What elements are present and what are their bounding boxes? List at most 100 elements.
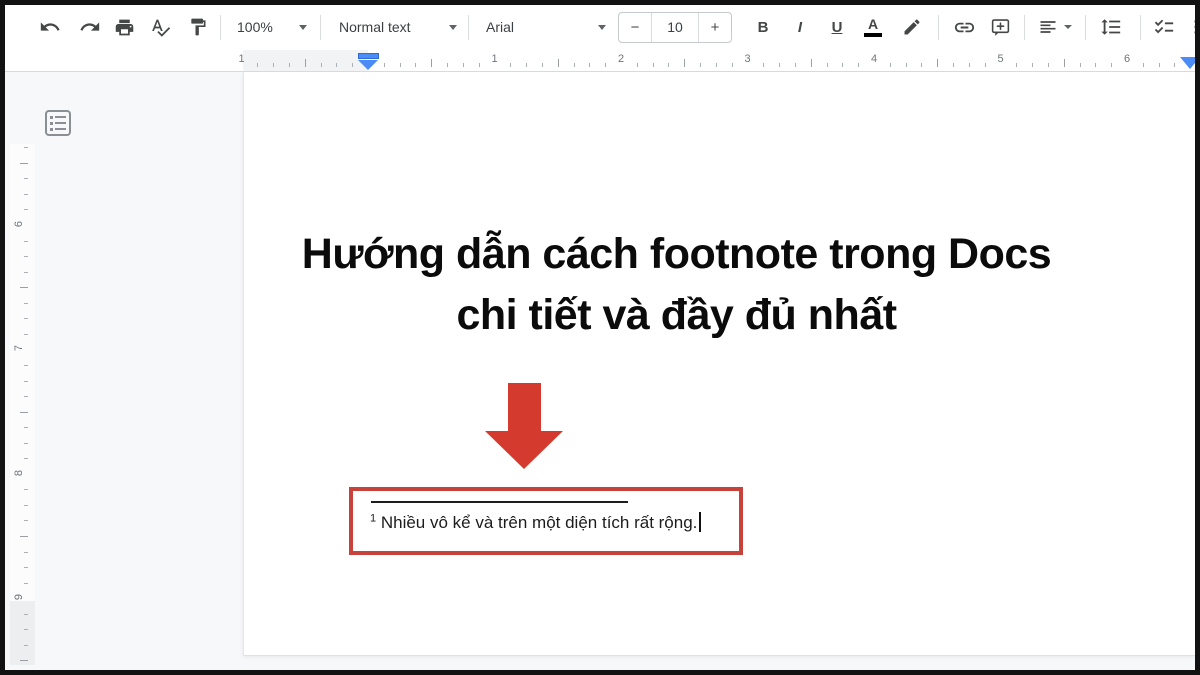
text-color-icon: A (864, 17, 882, 37)
print-button[interactable] (112, 15, 136, 39)
zoom-value: 100% (237, 19, 273, 35)
left-indent-marker[interactable] (358, 60, 378, 70)
ruler-margin-shade (10, 601, 35, 665)
ruler-tick (20, 412, 28, 413)
italic-button[interactable]: I (788, 15, 812, 39)
ruler-number: 5 (997, 53, 1003, 65)
chevron-down-icon (598, 25, 606, 30)
highlight-color-button[interactable] (900, 15, 924, 39)
ruler-number: 6 (13, 217, 25, 231)
ruler-tick (1048, 63, 1049, 67)
ruler-tick (24, 365, 28, 366)
ruler-tick (827, 63, 828, 67)
ruler-tick (732, 63, 733, 67)
chevron-down-icon (449, 25, 457, 30)
bold-button[interactable]: B (751, 15, 775, 39)
line-spacing-button[interactable] (1099, 15, 1123, 39)
vertical-ruler[interactable]: 678910 (10, 144, 35, 665)
ruler-tick (24, 396, 28, 397)
ruler-tick (605, 63, 606, 67)
google-docs-window: 100% Normal text Arial − 10 + B I U (0, 0, 1200, 675)
ruler-tick (415, 63, 416, 67)
undo-button[interactable] (38, 15, 62, 39)
ruler-tick (24, 645, 28, 646)
ruler-tick (589, 63, 590, 67)
red-down-arrow (481, 380, 571, 472)
paint-format-button[interactable] (186, 15, 210, 39)
zoom-select[interactable]: 100% (237, 12, 307, 42)
ruler-tick (953, 63, 954, 67)
add-comment-button[interactable] (988, 15, 1012, 39)
document-page[interactable]: Hướng dẫn cách footnote trong Docs chi t… (243, 72, 1195, 656)
ruler-tick (24, 614, 28, 615)
ruler-tick (653, 63, 654, 67)
ruler-tick (24, 489, 28, 490)
ruler-number: 1 (491, 53, 497, 65)
toolbar: 100% Normal text Arial − 10 + B I U (5, 4, 1195, 50)
decrease-font-size-button[interactable]: − (619, 13, 651, 42)
font-size-input[interactable]: 10 (651, 13, 699, 42)
toolbar-divider (1024, 15, 1025, 40)
ruler-tick (24, 520, 28, 521)
spell-check-icon (150, 17, 171, 38)
ruler-tick (24, 318, 28, 319)
line-spacing-icon (1100, 16, 1122, 38)
horizontal-ruler[interactable]: 1123456 (5, 50, 1195, 72)
font-family-value: Arial (486, 19, 514, 35)
title-line-1: Hướng dẫn cách footnote trong Docs (254, 224, 1099, 285)
ruler-tick (1111, 63, 1112, 67)
ruler-tick (1159, 63, 1160, 67)
ruler-number: 7 (13, 341, 25, 355)
first-line-indent-marker[interactable] (358, 53, 379, 59)
spelling-check-button[interactable] (148, 15, 172, 39)
text-cursor (699, 512, 701, 532)
ruler-tick (24, 552, 28, 553)
show-document-outline-button[interactable] (45, 110, 71, 136)
bulleted-list-button[interactable] (1188, 15, 1200, 39)
ruler-tick (352, 63, 353, 67)
ruler-tick (985, 63, 986, 67)
ruler-tick (24, 303, 28, 304)
ruler-number: 4 (871, 53, 877, 65)
paragraph-style-select[interactable]: Normal text (339, 12, 457, 42)
ruler-tick (1143, 63, 1144, 67)
align-button[interactable] (1038, 17, 1072, 37)
ruler-tick (700, 63, 701, 67)
ruler-tick (479, 63, 480, 67)
insert-link-button[interactable] (952, 15, 976, 39)
ruler-tick (24, 178, 28, 179)
increase-font-size-button[interactable]: + (699, 13, 731, 42)
redo-button[interactable] (78, 15, 102, 39)
footnote-text[interactable]: 1 Nhiều vô kể và trên một diện tích rất … (370, 512, 701, 533)
ruler-tick (20, 660, 28, 661)
ruler-tick (24, 241, 28, 242)
ruler-tick (779, 63, 780, 67)
ruler-tick (1064, 59, 1065, 67)
ruler-number: 1 (238, 53, 244, 65)
underline-button[interactable]: U (825, 15, 849, 39)
ruler-tick (1095, 63, 1096, 67)
ruler-tick (336, 63, 337, 67)
ruler-tick (24, 194, 28, 195)
ruler-tick (542, 63, 543, 67)
toolbar-divider (938, 15, 939, 40)
ruler-tick (1174, 63, 1175, 67)
add-comment-icon (990, 17, 1011, 38)
ruler-tick (24, 272, 28, 273)
ruler-tick (24, 147, 28, 148)
font-family-select[interactable]: Arial (486, 12, 606, 42)
toolbar-divider (1140, 15, 1141, 40)
bold-icon: B (758, 20, 769, 35)
ruler-tick (20, 287, 28, 288)
text-color-button[interactable]: A (861, 15, 885, 39)
ruler-number: 9 (13, 590, 25, 604)
footnote-body: Nhiều vô kể và trên một diện tích rất rộ… (376, 513, 697, 532)
paint-format-icon (188, 17, 208, 37)
checklist-button[interactable] (1152, 15, 1176, 39)
ruler-tick (1080, 63, 1081, 67)
ruler-tick (447, 63, 448, 67)
ruler-tick (273, 63, 274, 67)
right-indent-marker[interactable] (1180, 57, 1200, 69)
footnote-separator-line (371, 501, 628, 503)
insert-link-icon (953, 16, 976, 39)
